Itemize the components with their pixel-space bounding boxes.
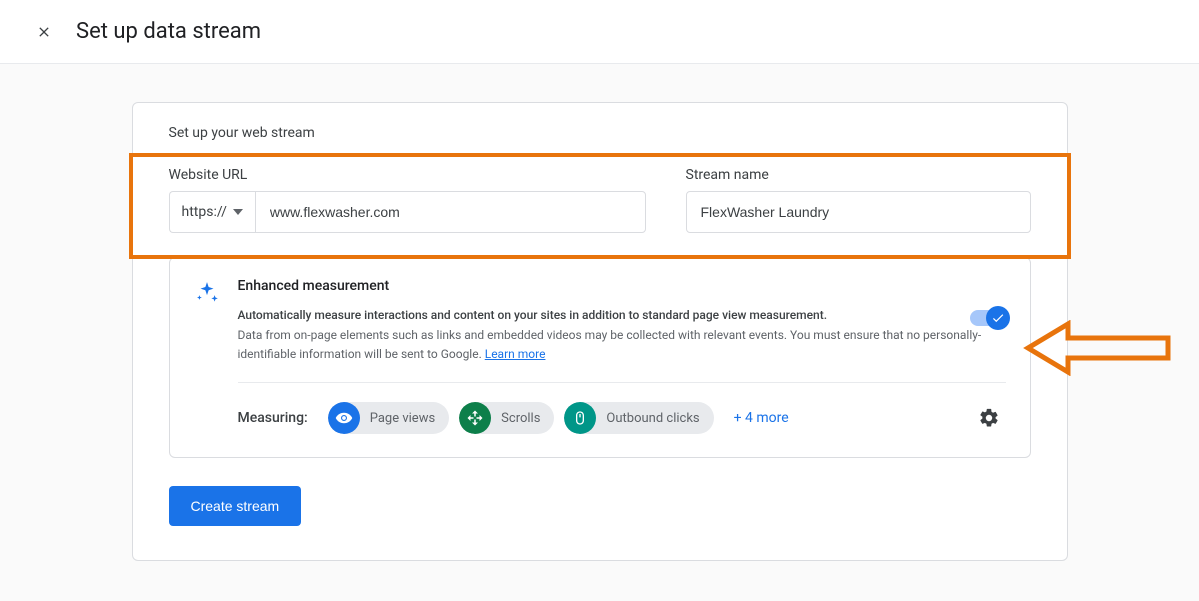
website-url-field: Website URL https:// <box>169 167 646 233</box>
name-label: Stream name <box>686 167 1031 183</box>
dialog-title: Set up data stream <box>76 19 261 44</box>
check-icon <box>991 311 1005 325</box>
enhanced-description: Data from on-page elements such as links… <box>238 326 1006 364</box>
mouse-icon <box>564 402 596 434</box>
learn-more-link[interactable]: Learn more <box>485 347 546 361</box>
settings-button[interactable] <box>972 401 1006 435</box>
chevron-down-icon <box>233 209 243 215</box>
pill-label: Scrolls <box>491 411 554 426</box>
url-label: Website URL <box>169 167 646 183</box>
url-input[interactable] <box>255 191 646 233</box>
enhanced-desc-text: Data from on-page elements such as links… <box>238 328 982 361</box>
enhanced-title: Enhanced measurement <box>238 278 1006 294</box>
sparkle-icon <box>194 280 220 306</box>
pill-page-views: Page views <box>328 402 449 434</box>
create-stream-button[interactable]: Create stream <box>169 486 302 526</box>
dialog-header: Set up data stream <box>0 0 1199 64</box>
enhanced-measurement-card: Enhanced measurement Automatically measu… <box>169 257 1031 458</box>
pill-label: Page views <box>360 411 449 426</box>
enhanced-subtitle: Automatically measure interactions and c… <box>238 306 1006 324</box>
stream-name-input[interactable] <box>686 191 1031 233</box>
close-icon <box>36 24 52 40</box>
enhanced-body: Enhanced measurement Automatically measu… <box>238 278 1006 435</box>
gear-icon <box>978 407 1000 429</box>
more-measurements-link[interactable]: + 4 more <box>734 410 789 426</box>
close-button[interactable] <box>24 12 64 52</box>
pill-label: Outbound clicks <box>596 411 713 426</box>
form-row: Website URL https:// Stream name <box>133 157 1067 257</box>
protocol-value: https:// <box>182 204 227 220</box>
pill-outbound: Outbound clicks <box>564 402 713 434</box>
scroll-icon <box>459 402 491 434</box>
divider <box>238 382 1006 383</box>
enhanced-toggle[interactable] <box>970 310 1006 326</box>
measuring-row: Measuring: Page views Scrolls <box>238 401 1006 435</box>
pill-scrolls: Scrolls <box>459 402 554 434</box>
protocol-select[interactable]: https:// <box>169 191 255 233</box>
enhanced-toggle-wrap <box>970 310 1006 326</box>
toggle-thumb <box>986 306 1010 330</box>
url-input-group: https:// <box>169 191 646 233</box>
measuring-label: Measuring: <box>238 410 308 426</box>
stream-name-field: Stream name <box>686 167 1031 233</box>
card-subtitle: Set up your web stream <box>133 103 1067 157</box>
eye-icon <box>328 402 360 434</box>
main-area: Set up your web stream Website URL https… <box>0 64 1199 601</box>
stream-card: Set up your web stream Website URL https… <box>132 102 1068 561</box>
